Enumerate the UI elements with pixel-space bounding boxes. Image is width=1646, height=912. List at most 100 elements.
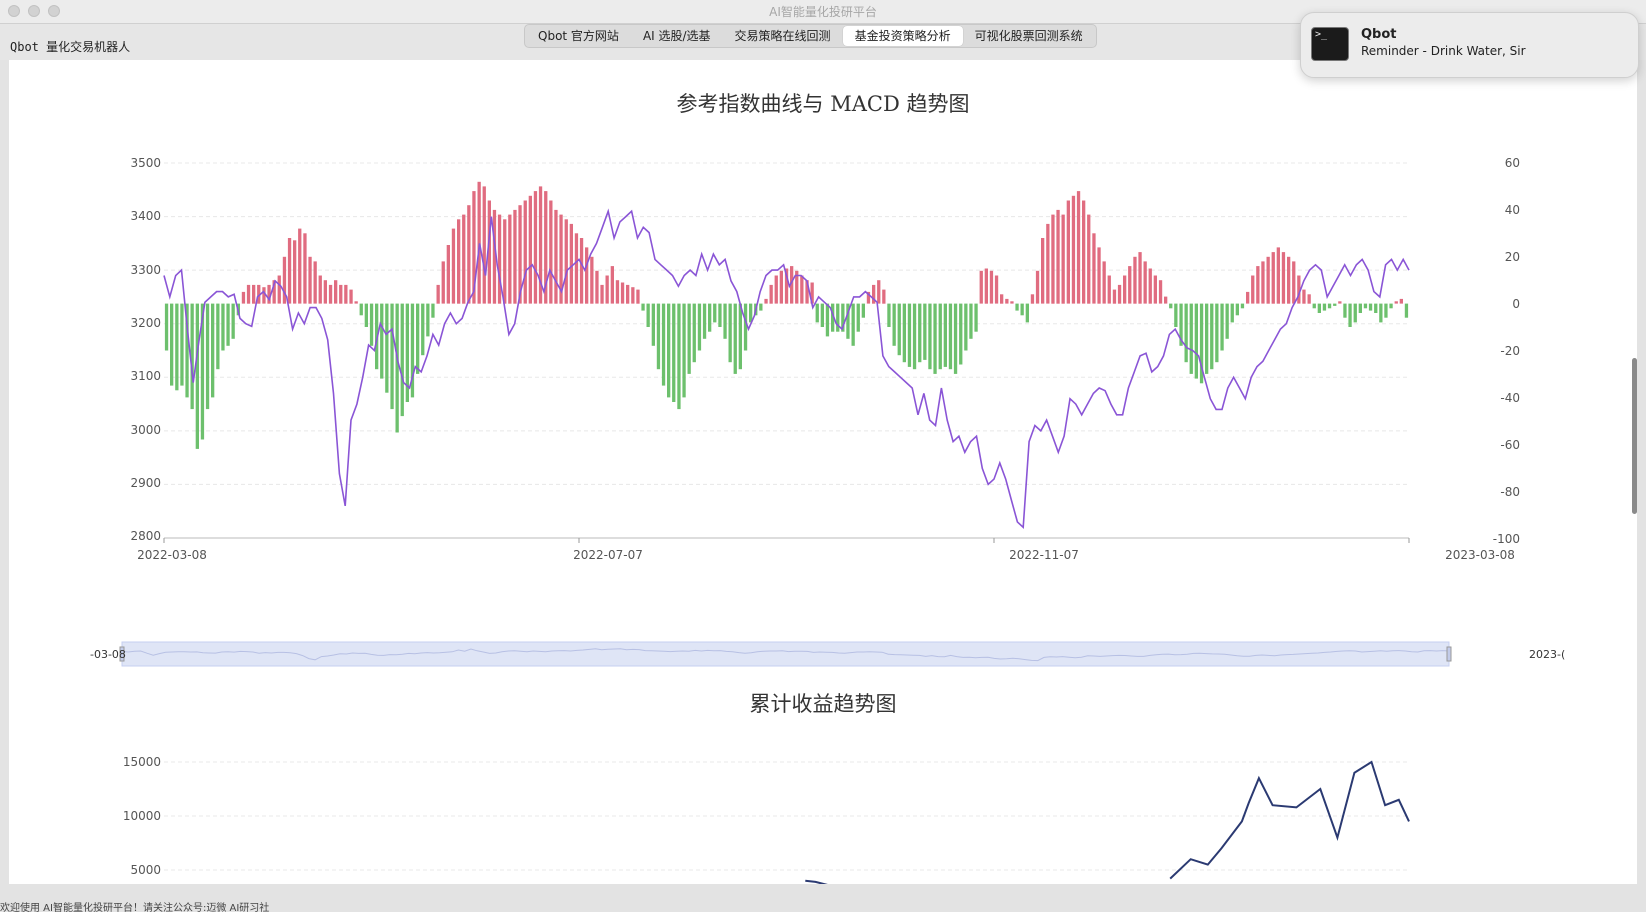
macd-bar [979, 270, 983, 304]
macd-bar [1235, 303, 1239, 316]
macd-bar [964, 303, 968, 351]
returns-line-segment [805, 879, 828, 884]
tab-fund-strategy[interactable]: 基金投资策略分析 [842, 26, 963, 46]
macd-bar [1061, 214, 1065, 304]
macd-bar [175, 303, 179, 391]
macd-bar [815, 303, 819, 323]
macd-bar [1327, 303, 1332, 309]
macd-bar [446, 245, 450, 304]
macd-bar [497, 214, 502, 304]
macd-bar [416, 303, 420, 374]
macd-bar [1389, 303, 1393, 309]
tab-visual-backtest[interactable]: 可视化股票回测系统 [963, 26, 1095, 46]
macd-bar [462, 214, 466, 304]
macd-bar [1194, 303, 1198, 379]
macd-bar [380, 303, 384, 379]
macd-bar [697, 303, 702, 351]
macd-bar [677, 303, 681, 410]
macd-bar [851, 303, 855, 346]
macd-bar [912, 303, 917, 370]
macd-bar [385, 303, 389, 393]
tab-ai-selection[interactable]: AI 选股/选基 [631, 26, 723, 46]
macd-bar [1092, 233, 1096, 304]
macd-bar [1307, 294, 1311, 304]
macd-bar [651, 303, 655, 346]
macd-bar [1256, 266, 1260, 304]
macd-bar [692, 303, 696, 363]
macd-bar [1225, 303, 1229, 339]
app-label: Qbot 量化交易机器人 [10, 40, 131, 54]
tab-strategy-backtest[interactable]: 交易策略在线回测 [723, 26, 843, 46]
macd-bar [1117, 284, 1122, 304]
macd-bar [1082, 200, 1086, 304]
macd-bar [1333, 303, 1337, 306]
macd-bar [626, 284, 630, 304]
macd-bar [713, 303, 717, 323]
macd-bar [513, 209, 517, 304]
datazoom-handle-right [1446, 646, 1452, 662]
macd-bar [1056, 209, 1060, 304]
macd-bar [482, 186, 486, 304]
macd-bar [897, 303, 901, 356]
macd-bar [252, 284, 256, 304]
macd-bar [1128, 266, 1132, 304]
macd-bar [1220, 303, 1224, 351]
macd-bar [1046, 223, 1050, 304]
macd-bar [569, 223, 573, 304]
macd-bar [856, 303, 860, 332]
macd-bar [641, 303, 645, 311]
macd-bar [918, 303, 922, 363]
status-bar: 欢迎使用 AI智能量化投研平台！请关注公众号:迈微 AI研习社 [0, 903, 270, 912]
macd-bar [610, 266, 614, 304]
macd-bar [1010, 301, 1014, 304]
macd-bar [262, 287, 266, 304]
vertical-scrollbar[interactable] [1632, 358, 1637, 514]
macd-bar [1071, 195, 1076, 304]
macd-bar [421, 303, 425, 356]
macd-bar [687, 303, 691, 374]
notification[interactable]: >_ Qbot Reminder - Drink Water, Sir [1300, 12, 1639, 78]
macd-chart[interactable] [9, 60, 1637, 680]
macd-bar [800, 275, 804, 304]
macd-bar [364, 303, 368, 327]
macd-bar [1015, 303, 1019, 311]
macd-bar [928, 303, 932, 370]
macd-bar [426, 303, 430, 337]
macd-bar [1169, 303, 1173, 309]
macd-bar [749, 303, 753, 323]
macd-bar [226, 303, 230, 346]
macd-bar [344, 284, 348, 304]
macd-bar [1133, 256, 1137, 304]
macd-bar [231, 303, 235, 339]
macd-bar [672, 303, 676, 402]
macd-bar [1184, 303, 1188, 363]
macd-bar [1000, 294, 1004, 304]
macd-bar [959, 303, 963, 365]
y-tick: 15000 [122, 755, 161, 769]
macd-bar [1005, 298, 1009, 304]
macd-bar [1399, 298, 1403, 304]
returns-chart-title: 累计收益趋势图 [749, 692, 897, 716]
macd-bar [877, 280, 881, 304]
macd-bar [1076, 191, 1081, 304]
macd-bar [323, 280, 327, 304]
macd-bar [943, 303, 947, 367]
macd-bar [1343, 303, 1347, 318]
macd-bar [451, 228, 456, 304]
macd-bar [1020, 303, 1024, 316]
y-tick: 10000 [122, 809, 161, 823]
macd-bar [1302, 289, 1306, 304]
macd-bar [211, 303, 215, 398]
macd-bar [759, 303, 763, 311]
tab-official-site[interactable]: Qbot 官方网站 [526, 26, 631, 46]
macd-bar [308, 256, 312, 304]
macd-bar [216, 303, 220, 370]
macd-bar [764, 298, 768, 304]
macd-bar [390, 303, 394, 410]
macd-bar [1281, 252, 1286, 304]
macd-bar [882, 289, 886, 304]
macd-bar [738, 303, 742, 370]
macd-bar [1322, 303, 1327, 311]
macd-bar [528, 195, 532, 304]
datazoom-end-label: 2023-( [1529, 648, 1566, 661]
